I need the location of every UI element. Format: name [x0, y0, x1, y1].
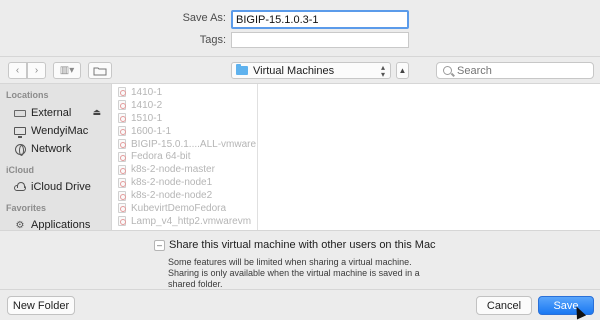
search-field[interactable] — [436, 62, 594, 79]
applications-icon: ⚙ — [15, 219, 25, 231]
sidebar-item-network[interactable]: Network — [0, 140, 111, 158]
folder-icon — [236, 64, 248, 75]
sidebar-item-label: Network — [31, 143, 72, 155]
vm-file-icon — [118, 151, 126, 162]
file-column: 1410-1 1410-2 1510-1 1600-1-1 BIGIP-15.0… — [112, 84, 258, 230]
list-item[interactable]: k8s-2-node-node2 — [112, 189, 257, 202]
vm-file-icon — [118, 100, 126, 111]
list-item[interactable]: BIGIP-15.0.1....ALL-vmware — [112, 138, 257, 151]
file-name: 1410-2 — [131, 99, 163, 111]
vm-file-icon — [118, 164, 126, 175]
search-input[interactable] — [457, 64, 577, 77]
vm-file-icon — [118, 87, 126, 98]
browser-toolbar: ‹ › ▥▾ Virtual Machines ▴ ▾ ▲ — [0, 57, 600, 83]
list-item[interactable]: 1600-1-1 — [112, 125, 257, 138]
vm-file-icon — [118, 177, 126, 188]
list-item[interactable]: k8s-2-node-node1 — [112, 176, 257, 189]
external-drive-icon — [14, 109, 26, 117]
file-name: 1510-1 — [131, 112, 163, 124]
file-name: 1600-1-1 — [131, 125, 172, 137]
tags-input[interactable] — [231, 32, 409, 48]
file-name: k8s-2-node-node2 — [131, 190, 213, 202]
chevron-right-icon: › — [34, 65, 39, 76]
view-mode-button[interactable]: ▥▾ — [53, 62, 81, 79]
file-name: Fedora 64-bit — [131, 151, 191, 163]
share-checkbox[interactable]: – — [154, 240, 165, 251]
share-checkbox-label[interactable]: Share this virtual machine with other us… — [169, 239, 436, 251]
cancel-button[interactable]: Cancel — [476, 296, 532, 315]
file-name: Lamp_v4_http2.vmwarevm — [131, 215, 252, 227]
list-item[interactable]: 1410-1 — [112, 86, 257, 99]
file-name: BIGIP-15.0.1....ALL-vmware — [131, 138, 257, 150]
sidebar-item-applications[interactable]: ⚙ Applications — [0, 216, 111, 230]
computer-icon — [14, 127, 26, 138]
tags-label: Tags: — [199, 34, 226, 46]
sidebar-item-label: iCloud Drive — [31, 181, 91, 193]
vm-file-icon — [118, 139, 126, 149]
cloud-icon — [14, 182, 26, 191]
list-item[interactable]: k8s-2-node-master — [112, 163, 257, 176]
chevron-up-icon: ▲ — [398, 66, 407, 75]
vm-file-icon — [118, 203, 126, 214]
save-button[interactable]: Save — [538, 296, 594, 315]
sidebar-header-locations: Locations — [6, 90, 49, 100]
new-folder-icon — [93, 67, 107, 75]
search-icon — [443, 66, 452, 75]
save-header: Save As: Tags: — [0, 0, 600, 56]
list-item[interactable]: 1510-1 — [112, 112, 257, 125]
list-item[interactable]: Lamp_v4_http2.vmwarevm — [112, 215, 257, 228]
file-name: k8s-2-node-master — [131, 164, 215, 176]
list-item[interactable]: 1410-2 — [112, 99, 257, 112]
list-item[interactable]: KubevirtDemoFedora — [112, 202, 257, 215]
collapse-button[interactable]: ▲ — [396, 62, 409, 79]
vm-file-icon — [118, 113, 126, 124]
columns-view-icon: ▥▾ — [59, 65, 75, 76]
save-as-input[interactable] — [231, 10, 409, 29]
sidebar-item-label: Applications — [31, 219, 91, 230]
new-folder-button[interactable]: New Folder — [7, 296, 75, 315]
updown-chevron-icon: ▴ ▾ — [380, 63, 385, 79]
network-globe-icon — [14, 143, 26, 156]
sidebar-header-icloud: iCloud — [6, 165, 34, 175]
sidebar-item-label: WendyiMac — [31, 125, 89, 137]
sidebar-item-external[interactable]: External ⏏ — [0, 104, 111, 122]
new-folder-toolbar-button[interactable] — [88, 62, 112, 79]
vm-file-icon — [118, 190, 126, 201]
share-note: Some features will be limited when shari… — [168, 257, 420, 289]
sidebar-header-favorites: Favorites — [6, 203, 47, 213]
file-name: 1410-1 — [131, 86, 163, 98]
sidebar-item-label: External — [31, 107, 72, 119]
vm-file-icon — [118, 126, 126, 137]
checkbox-mark-icon: – — [156, 240, 162, 250]
file-name: k8s-2-node-node1 — [131, 177, 213, 189]
chevron-left-icon: ‹ — [15, 65, 20, 76]
forward-button[interactable]: › — [27, 62, 46, 79]
sidebar-item-wendyimac[interactable]: WendyiMac — [0, 122, 111, 140]
location-dropdown[interactable]: Virtual Machines ▴ ▾ — [231, 62, 391, 79]
sidebar: Locations External ⏏ WendyiMac Network i… — [0, 84, 111, 230]
file-name: KubevirtDemoFedora — [131, 202, 227, 214]
save-as-label: Save As: — [182, 12, 226, 24]
location-label: Virtual Machines — [253, 64, 335, 77]
file-browser: 1410-1 1410-2 1510-1 1600-1-1 BIGIP-15.0… — [111, 84, 600, 230]
vm-file-icon — [118, 216, 126, 227]
sidebar-item-icloud-drive[interactable]: iCloud Drive — [0, 178, 111, 196]
back-button[interactable]: ‹ — [8, 62, 27, 79]
share-options: – Share this virtual machine with other … — [0, 230, 600, 290]
eject-icon[interactable]: ⏏ — [92, 107, 101, 118]
divider — [0, 289, 600, 290]
list-item[interactable]: Fedora 64-bit — [112, 150, 257, 163]
